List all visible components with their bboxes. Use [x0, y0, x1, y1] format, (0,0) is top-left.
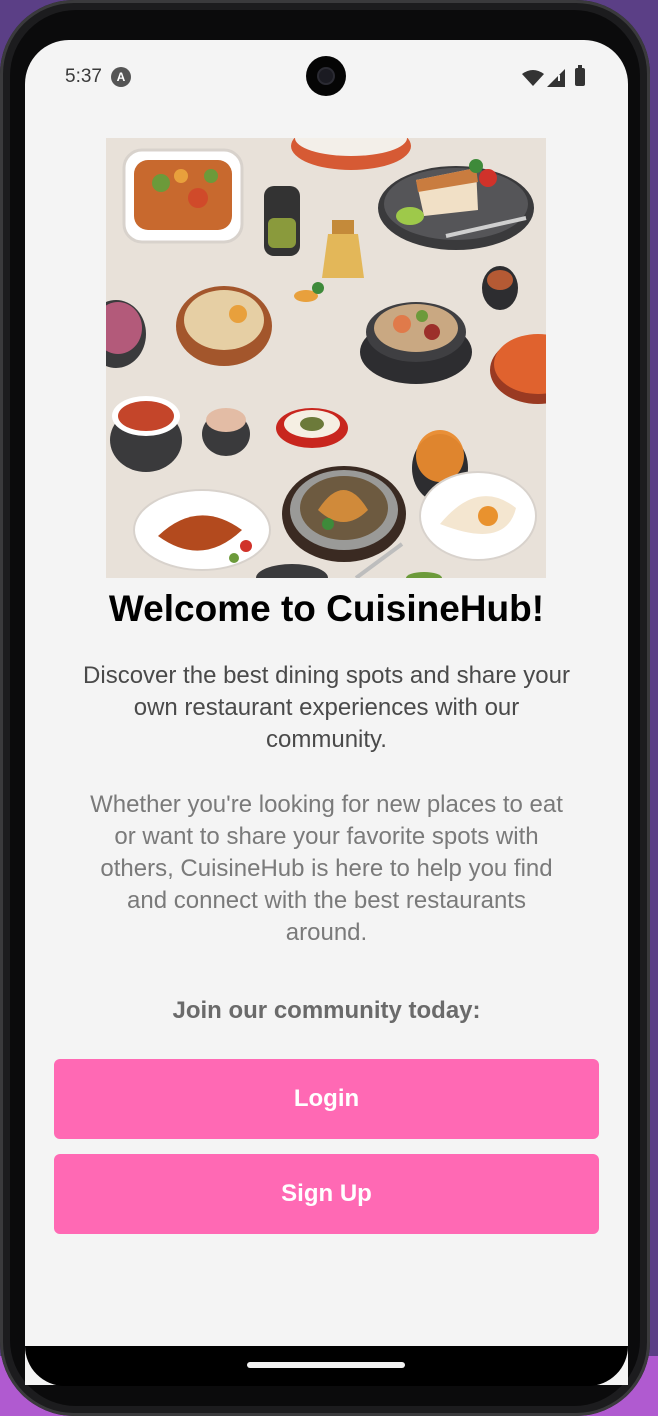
login-button[interactable]: Login	[54, 1059, 599, 1139]
system-nav-bar	[25, 1346, 628, 1386]
app-screen: 5:37 A Welcome to CuisineHub! Discover t…	[25, 40, 628, 1385]
hero-food-image	[106, 138, 546, 578]
status-time: 5:37	[65, 66, 102, 87]
signal-icon	[547, 69, 565, 87]
status-bar: 5:37 A	[25, 40, 628, 114]
sign-up-button[interactable]: Sign Up	[54, 1154, 599, 1234]
home-indicator[interactable]	[247, 1362, 405, 1368]
detail-text: Whether you're looking for new places to…	[90, 791, 563, 946]
join-prompt: Join our community today:	[172, 997, 481, 1024]
front-camera	[306, 56, 346, 96]
welcome-title: Welcome to CuisineHub!	[108, 588, 545, 629]
a-letter-icon: A	[111, 67, 131, 87]
intro-text: Discover the best dining spots and share…	[83, 662, 570, 753]
battery-icon	[575, 65, 585, 86]
wifi-icon	[522, 70, 544, 86]
phone-frame: 5:37 A Welcome to CuisineHub! Discover t…	[0, 0, 650, 1416]
dish-illustration	[122, 148, 244, 244]
